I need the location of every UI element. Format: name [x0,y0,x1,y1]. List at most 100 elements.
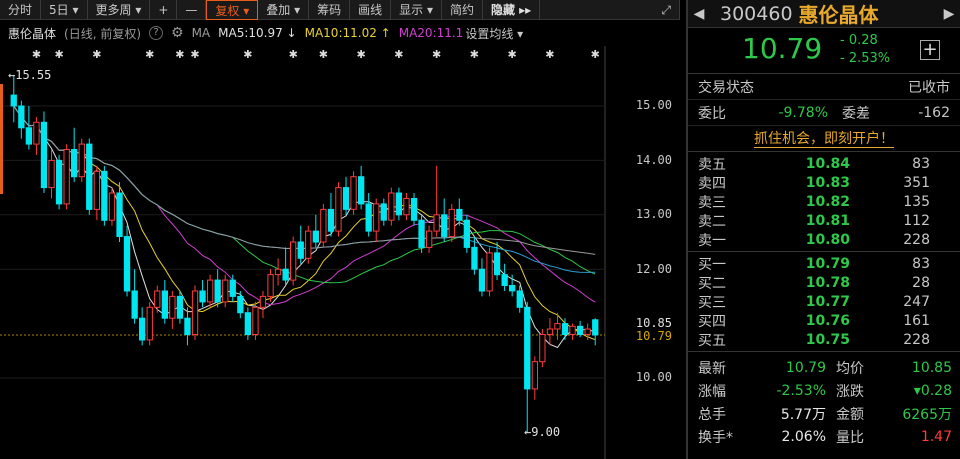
set-ma-button[interactable]: 设置均线 ▾ [465,25,523,42]
asks-row[interactable]: 卖二 10.81 112 [688,211,960,230]
bids-label: 买四 [698,313,726,330]
toolbar-button-9[interactable]: 显示 ▾ [391,0,442,20]
candle-down [577,325,584,335]
kline-svg: ✱ ✱ ✱ ✱ ✱ ✱ ✱ ✱ ✱ ✱ ✱ ✱ ✱ ✱ ✱ ✱ [0,46,680,459]
stock-name-label: 惠伦晶体 [8,26,57,41]
bids-volume: 83 [912,255,930,272]
candle-down [18,105,25,129]
asks-row[interactable]: 卖三 10.82 135 [688,192,960,211]
candle-up [554,323,561,330]
kline-chart[interactable]: ✱ ✱ ✱ ✱ ✱ ✱ ✱ ✱ ✱ ✱ ✱ ✱ ✱ ✱ ✱ ✱ 15.00 14.00 13.00 12.00… [0,46,680,459]
candle-down [282,268,289,281]
asks-price: 10.84 [805,155,850,172]
asks-row[interactable]: 卖一 10.80 228 [688,230,960,249]
event-marker-icon: ✱ [145,48,154,61]
help-icon[interactable]: ? [149,26,164,40]
stats-row: 涨幅 -2.53% 涨跌 ▾0.28 [688,379,960,402]
toolbar-button-4[interactable]: — [177,0,207,20]
stat-value: 6265万 [902,406,952,423]
promo-text[interactable]: 抓住机会，即刻开户！ [754,131,894,148]
candle-up [546,328,554,335]
price-tick-14: 14.00 [635,153,672,167]
weibi-row: 委比 -9.78% 委差 -162 [688,100,960,126]
event-marker-icon: ✱ [357,48,366,61]
toolbar-button-3[interactable]: + [150,0,178,20]
stats-row: 换手* 2.06% 量比 1.47 [688,425,960,448]
change-amount: - 0.28 [840,33,878,48]
candle-down [418,219,425,248]
candle-up [426,230,433,248]
bids-volume: 228 [903,331,930,348]
stats-row: 最新 10.79 均价 10.85 [688,356,960,379]
candle-down [524,306,531,390]
bids-label: 买三 [698,294,726,311]
price-tick-current: 10.79 [635,329,672,343]
candle-up [274,268,282,276]
bids-row[interactable]: 买四 10.76 161 [688,311,960,330]
candle-up [569,325,576,335]
candle-down [358,176,365,205]
stat-label: 涨幅 [698,383,726,400]
asks-row[interactable]: 卖五 10.84 83 [688,154,960,173]
next-stock-icon[interactable]: ▶ [938,6,960,22]
event-marker-icon: ✱ [508,48,517,61]
bid-book: 买一 10.79 83 买二 10.78 28 买三 10.77 247 买四 10.76 161 买五… [688,252,960,352]
chart-background [0,46,680,459]
asks-volume: 83 [912,155,930,172]
candle-down [214,279,221,303]
bids-label: 买二 [698,275,726,292]
stat-label: 金额 [836,406,864,423]
bids-row[interactable]: 买五 10.75 228 [688,330,960,349]
toolbar-button-10[interactable]: 简约 [442,0,483,20]
candle-up [48,159,55,189]
bids-row[interactable]: 买二 10.78 28 [688,273,960,292]
candle-down [471,246,478,270]
ma10-value: MA10:11.02 ↑ [304,26,391,40]
asks-label: 卖一 [698,232,726,249]
toolbar-button-1[interactable]: 5日 ▾ [41,0,88,20]
toolbar-button-0[interactable]: 分时 [0,0,42,20]
bids-price: 10.76 [805,312,850,329]
bids-row[interactable]: 买三 10.77 247 [688,292,960,311]
toolbar-button-11[interactable]: 隐藏 ▸▸ [483,0,541,20]
toolbar-button-5[interactable]: 复权 ▾ [206,0,259,20]
toolbar-button-7[interactable]: 筹码 [309,0,351,20]
panel-header: ◀ 300460 惠伦晶体 ▶ [688,0,960,28]
stat-label: 总手 [698,406,726,423]
stat-label: 最新 [698,360,726,377]
candle-down [10,94,17,107]
bids-row[interactable]: 买一 10.79 83 [688,254,960,273]
toolbar-button-12[interactable]: ⤢ [653,0,680,20]
add-watchlist-button[interactable]: + [920,40,940,60]
toolbar-button-8[interactable]: 画线 [350,0,392,20]
candle-down [342,187,350,210]
candle-up [252,306,259,335]
bids-volume: 247 [903,293,930,310]
candle-up [33,121,40,145]
candle-down [244,312,251,336]
prev-stock-icon[interactable]: ◀ [688,6,710,22]
asks-volume: 228 [903,231,930,248]
asks-row[interactable]: 卖四 10.83 351 [688,173,960,192]
candle-down [493,252,501,276]
period-label: (日线, 前复权) [64,26,142,41]
candle-down [509,285,516,292]
asks-label: 卖二 [698,213,726,230]
toolbar-button-6[interactable]: 叠加 ▾ [258,0,310,20]
candle-down [237,295,244,314]
candle-down [139,317,146,341]
stat-label: 换手* [698,429,733,446]
toolbar-button-2[interactable]: 更多周 ▾ [88,0,151,20]
candle-up [335,187,342,232]
candle-up [207,279,214,303]
left-edge-marker [0,84,3,194]
event-marker-icon: ✱ [319,48,328,61]
stock-code: 300460 [720,2,793,25]
gear-icon[interactable]: ⚙ [171,25,184,41]
asks-price: 10.82 [805,193,850,210]
asks-label: 卖三 [698,194,726,211]
open-account-link[interactable]: 抓住机会，即刻开户！ [688,126,960,152]
bids-price: 10.79 [805,255,850,272]
candle-up [531,361,539,390]
candle-down [176,295,184,319]
